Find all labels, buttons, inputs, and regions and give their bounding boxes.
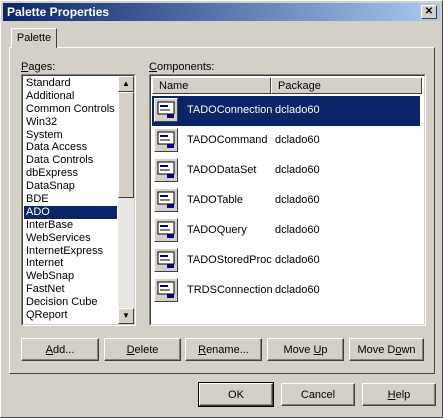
column-header-package[interactable]: Package bbox=[271, 77, 422, 94]
component-package: dclado60 bbox=[275, 104, 320, 116]
page-item[interactable]: WebSnap bbox=[24, 270, 117, 283]
rename-button[interactable]: Rename... bbox=[185, 338, 262, 361]
ado-connection-icon bbox=[154, 98, 178, 122]
pages-scrollbar[interactable]: ▲ ▼ bbox=[118, 76, 134, 324]
scroll-down-icon[interactable]: ▼ bbox=[118, 308, 134, 324]
ok-button[interactable]: OK bbox=[198, 382, 274, 407]
component-row[interactable]: TADOStoredProc dclado60 bbox=[152, 246, 420, 276]
page-item[interactable]: InterBase bbox=[24, 219, 117, 232]
ado-table-icon bbox=[154, 188, 178, 212]
ado-query-icon bbox=[154, 218, 178, 242]
page-item[interactable]: ADO bbox=[24, 205, 117, 219]
page-item[interactable]: InternetExpress bbox=[24, 245, 117, 258]
components-list[interactable]: Name Package TADOConnection dclado60 TADOC… bbox=[149, 74, 426, 326]
page-item[interactable]: System bbox=[24, 129, 117, 142]
add-button[interactable]: Add... bbox=[21, 338, 99, 361]
ado-storedproc-icon bbox=[154, 248, 178, 272]
component-row[interactable]: TADOQuery dclado60 bbox=[152, 216, 420, 246]
page-item[interactable]: Common Controls bbox=[24, 103, 117, 116]
components-label: Components: bbox=[149, 61, 215, 73]
component-row[interactable]: TADOConnection dclado60 bbox=[152, 96, 420, 126]
component-name: TADOStoredProc bbox=[187, 254, 272, 266]
title-bar[interactable]: Palette Properties ✕ bbox=[3, 3, 440, 21]
help-button[interactable]: Help bbox=[362, 383, 436, 406]
component-package: dclado60 bbox=[275, 164, 320, 176]
palette-properties-dialog: Palette Properties ✕ Palette Pages: Comp… bbox=[0, 0, 443, 418]
component-package: dclado60 bbox=[275, 254, 320, 266]
close-button[interactable]: ✕ bbox=[421, 5, 437, 19]
component-row[interactable]: TADODataSet dclado60 bbox=[152, 156, 420, 186]
scroll-thumb[interactable] bbox=[118, 92, 134, 198]
cancel-button[interactable]: Cancel bbox=[281, 383, 355, 406]
move-down-button[interactable]: Move Down bbox=[349, 338, 424, 361]
page-item[interactable]: DataSnap bbox=[24, 180, 117, 193]
page-item[interactable]: FastNet bbox=[24, 283, 117, 296]
page-item[interactable]: BDE bbox=[24, 193, 117, 206]
page-item[interactable]: QReport bbox=[24, 309, 117, 322]
page-item[interactable]: Internet bbox=[24, 257, 117, 270]
pages-list[interactable]: Standard Additional Common Controls Win32 Sy… bbox=[21, 74, 136, 326]
window-title: Palette Properties bbox=[7, 5, 110, 19]
component-name: TADOTable bbox=[187, 194, 244, 206]
component-row[interactable]: TADOTable dclado60 bbox=[152, 186, 420, 216]
column-header-name[interactable]: Name bbox=[152, 77, 271, 94]
move-up-button[interactable]: Move Up bbox=[267, 338, 344, 361]
tab-palette[interactable]: Palette bbox=[11, 28, 57, 48]
page-item[interactable]: Win32 bbox=[24, 116, 117, 129]
component-row[interactable]: TADOCommand dclado60 bbox=[152, 126, 420, 156]
scroll-up-icon[interactable]: ▲ bbox=[118, 76, 134, 92]
page-item[interactable]: dbExpress bbox=[24, 167, 117, 180]
component-name: TADODataSet bbox=[187, 164, 257, 176]
page-item[interactable]: Additional bbox=[24, 90, 117, 103]
page-item[interactable]: Data Controls bbox=[24, 154, 117, 167]
component-row[interactable]: TRDSConnection dclado60 bbox=[152, 276, 420, 306]
page-item[interactable]: Data Access bbox=[24, 141, 117, 154]
component-package: dclado60 bbox=[275, 224, 320, 236]
component-name: TADOCommand bbox=[187, 134, 268, 146]
page-item[interactable]: Standard bbox=[24, 77, 117, 90]
ado-dataset-icon bbox=[154, 158, 178, 182]
component-name: TADOQuery bbox=[187, 224, 247, 236]
component-package: dclado60 bbox=[275, 134, 320, 146]
ado-command-icon bbox=[154, 128, 178, 152]
page-item[interactable]: Decision Cube bbox=[24, 296, 117, 309]
delete-button[interactable]: Delete bbox=[104, 338, 181, 361]
component-package: dclado60 bbox=[275, 284, 320, 296]
component-name: TADOConnection bbox=[187, 104, 273, 116]
rds-connection-icon bbox=[154, 278, 178, 302]
pages-label: Pages: bbox=[21, 61, 56, 73]
page-item[interactable]: WebServices bbox=[24, 232, 117, 245]
component-package: dclado60 bbox=[275, 194, 320, 206]
component-name: TRDSConnection bbox=[187, 284, 273, 296]
